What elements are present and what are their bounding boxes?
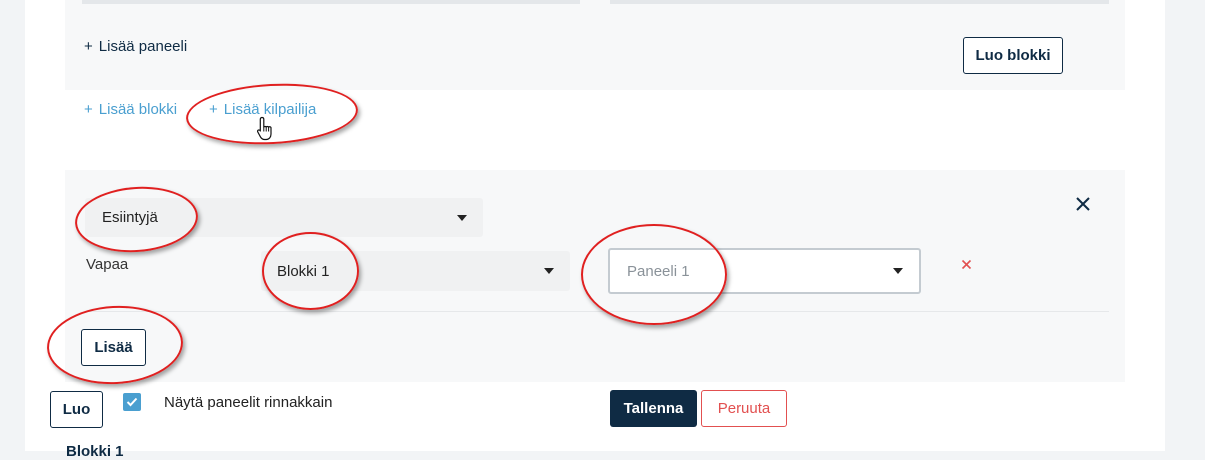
panel-select-placeholder: Paneeli 1: [627, 262, 690, 280]
remove-row-icon[interactable]: [961, 259, 972, 270]
plus-icon: +: [209, 101, 218, 118]
side-by-side-label: Näytä paneelit rinnakkain: [164, 394, 333, 411]
cancel-button[interactable]: Peruuta: [701, 390, 787, 427]
form-divider: [85, 311, 1109, 312]
add-panel-link[interactable]: + Lisää paneeli: [84, 38, 187, 55]
save-button[interactable]: Tallenna: [610, 390, 697, 427]
close-form-icon[interactable]: [1075, 196, 1091, 212]
performer-select-value: Esiintyjä: [102, 209, 158, 226]
hand-cursor-icon: [256, 116, 272, 141]
add-button[interactable]: Lisää: [81, 329, 146, 366]
chevron-down-icon: [457, 214, 467, 221]
panel-column-right: [610, 0, 1109, 4]
block-select[interactable]: Blokki 1: [261, 251, 570, 291]
add-block-label: Lisää blokki: [98, 101, 178, 118]
add-panel-label: Lisää paneeli: [98, 38, 188, 55]
panel-select[interactable]: Paneeli 1: [608, 248, 921, 294]
add-block-link[interactable]: + Lisää blokki: [84, 101, 177, 118]
side-by-side-checkbox[interactable]: [123, 393, 141, 411]
block-select-value: Blokki 1: [277, 262, 330, 280]
check-icon: [126, 397, 138, 407]
block-heading: Blokki 1: [66, 443, 124, 460]
create-block-button[interactable]: Luo blokki: [963, 37, 1063, 74]
panel-column-left: [82, 0, 580, 4]
performer-select[interactable]: Esiintyjä: [85, 198, 483, 237]
plus-icon: +: [84, 101, 93, 118]
free-label: Vapaa: [86, 256, 129, 273]
create-button[interactable]: Luo: [50, 391, 103, 428]
chevron-down-icon: [544, 268, 554, 274]
plus-icon: +: [84, 38, 93, 55]
chevron-down-icon: [893, 268, 903, 274]
